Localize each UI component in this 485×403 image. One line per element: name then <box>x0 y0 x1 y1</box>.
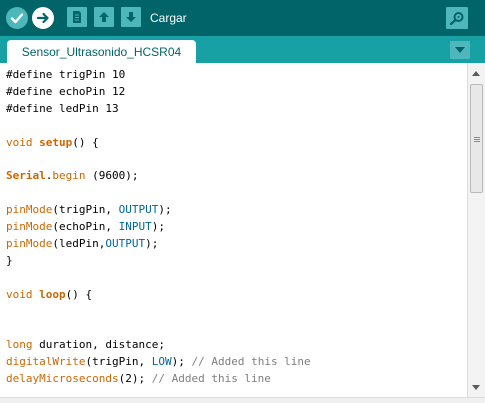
scroll-down-arrow-icon[interactable] <box>472 385 480 390</box>
open-button[interactable] <box>94 7 114 27</box>
horizontal-scrollbar[interactable] <box>0 397 485 403</box>
tab-sketch[interactable]: Sensor_Ultrasonido_HCSR04 <box>7 40 196 63</box>
upload-button[interactable] <box>32 7 54 29</box>
code-line: #define ledPin 13 <box>6 101 119 115</box>
tab-label: Sensor_Ultrasonido_HCSR04 <box>21 44 182 59</box>
code-line: Serial.begin (9600); <box>6 169 139 183</box>
grip-line <box>474 141 480 142</box>
toolbar-action-label: Cargar <box>150 11 187 25</box>
new-file-icon <box>73 11 81 23</box>
code-line: } <box>6 253 13 267</box>
serial-monitor-icon <box>449 12 464 25</box>
serial-monitor-button[interactable] <box>446 7 468 29</box>
vertical-scrollbar[interactable] <box>467 63 485 397</box>
code-line: void loop() { <box>6 287 93 301</box>
code-line: digitalWrite(trigPin, LOW); // Added thi… <box>6 355 311 369</box>
save-button[interactable] <box>121 7 141 27</box>
chevron-down-icon <box>455 47 465 53</box>
verify-button[interactable] <box>6 7 28 29</box>
save-icon <box>126 12 136 22</box>
code-text[interactable]: #define trigPin 10 #define echoPin 12 #def… <box>6 67 311 388</box>
tab-menu-button[interactable] <box>450 41 470 59</box>
grip-line <box>474 137 480 138</box>
new-file-button[interactable] <box>67 7 87 27</box>
grip-line <box>474 139 480 140</box>
code-line: pinMode(echoPin, INPUT); <box>6 220 165 234</box>
code-line: #define echoPin 12 <box>6 84 126 98</box>
code-line: pinMode(ledPin,OUTPUT); <box>6 236 159 250</box>
code-line: #define trigPin 10 <box>6 68 126 81</box>
code-line: pinMode(trigPin, OUTPUT); <box>6 203 172 217</box>
code-line: void setup() { <box>6 135 99 149</box>
code-line: long duration, distance; <box>6 338 165 352</box>
upload-arrow-icon <box>36 12 49 24</box>
code-editor[interactable]: #define trigPin 10 #define echoPin 12 #def… <box>0 63 468 397</box>
code-line: delayMicroseconds(2); // Added this line <box>6 372 271 386</box>
open-icon <box>99 12 109 22</box>
toolbar: Cargar <box>0 0 485 36</box>
scroll-up-arrow-icon[interactable] <box>472 71 480 76</box>
scrollbar-thumb[interactable] <box>470 84 483 193</box>
tab-bar: Sensor_Ultrasonido_HCSR04 <box>0 36 485 63</box>
checkmark-icon <box>10 13 24 24</box>
